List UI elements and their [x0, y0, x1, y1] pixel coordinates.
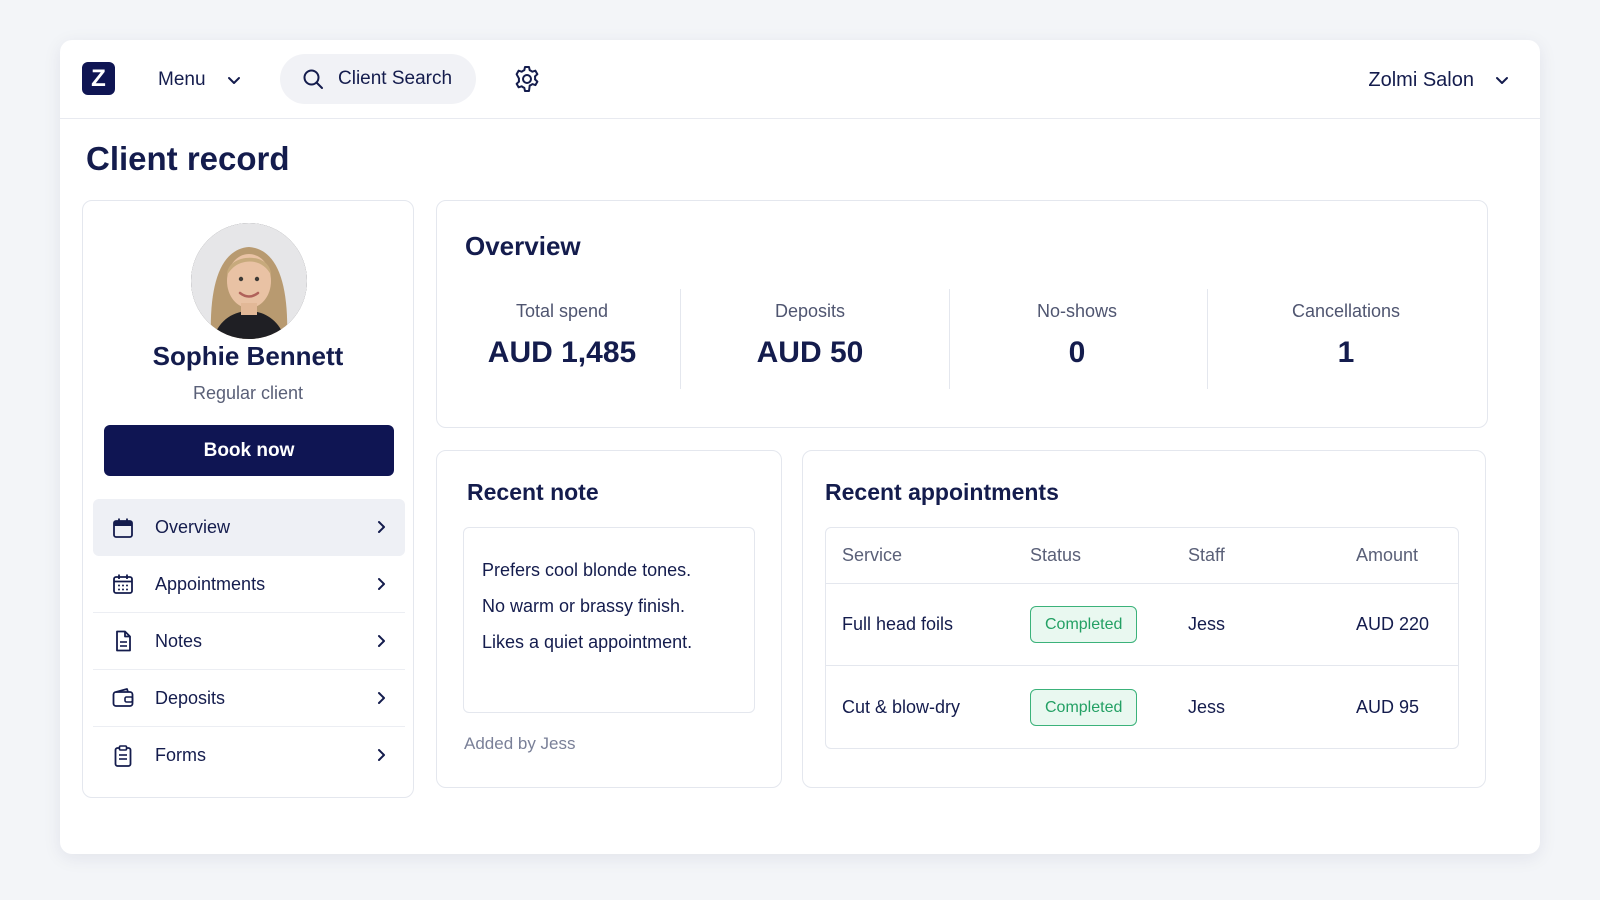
stat-cancellations: Cancellations 1 — [1241, 289, 1451, 389]
wallet-icon — [112, 688, 134, 707]
chevron-down-icon — [1496, 77, 1508, 84]
status-badge: Completed — [1030, 606, 1138, 643]
column-header-service: Service — [842, 545, 903, 565]
chevron-right-icon — [378, 692, 385, 704]
amount-cell: AUD 95 — [1356, 696, 1420, 717]
calendar-icon — [113, 518, 133, 538]
client-search-button[interactable]: Client Search — [280, 54, 476, 104]
stat-divider — [949, 289, 950, 389]
stat-label: Cancellations — [1291, 301, 1401, 321]
recent-appointments-title: Recent appointments — [825, 479, 1059, 505]
stat-divider — [680, 289, 681, 389]
search-icon — [303, 69, 323, 89]
nav-label: Notes — [155, 630, 203, 651]
table-row[interactable]: Cut & blow-dry Completed Jess AUD 95 — [826, 666, 1458, 748]
stat-value: 1 — [1337, 336, 1355, 369]
nav-item-forms[interactable]: Forms — [93, 727, 405, 784]
client-name: Sophie Bennett — [152, 341, 344, 371]
nav-label: Appointments — [155, 573, 266, 594]
status-cell: Completed — [1030, 584, 1138, 665]
column-header-amount: Amount — [1356, 545, 1419, 565]
stat-label: Total spend — [515, 301, 609, 321]
chevron-right-icon — [378, 635, 385, 647]
status-cell: Completed — [1030, 666, 1138, 748]
stat-value: 0 — [1068, 336, 1086, 369]
status-badge: Completed — [1030, 688, 1138, 726]
client-nav: Overview Appointments Notes Deposits For… — [93, 499, 405, 784]
appointments-table: Service Status Staff Amount Full head fo… — [825, 527, 1459, 749]
nav-item-deposits[interactable]: Deposits — [93, 670, 405, 727]
chevron-right-icon — [378, 521, 385, 533]
nav-item-appointments[interactable]: Appointments — [93, 556, 405, 613]
avatar — [191, 223, 307, 339]
table-row[interactable]: Full head foils Completed Jess AUD 220 — [826, 584, 1458, 666]
menu-dropdown[interactable]: Menu — [158, 64, 242, 96]
book-now-button[interactable]: Book now — [104, 425, 394, 476]
service-cell: Cut & blow-dry — [842, 696, 961, 717]
page-title: Client record — [86, 140, 290, 177]
nav-label: Deposits — [155, 687, 226, 708]
nav-item-notes[interactable]: Notes — [93, 613, 405, 670]
client-type: Regular client — [192, 383, 304, 403]
stat-total-spend: Total spend AUD 1,485 — [457, 289, 667, 389]
calendar-grid-icon — [113, 574, 133, 594]
recent-note-card: Recent note Prefers cool blonde tones. N… — [436, 450, 782, 788]
salon-selector[interactable]: Zolmi Salon — [1368, 64, 1510, 96]
nav-item-overview[interactable]: Overview — [93, 499, 405, 556]
note-line: Prefers cool blonde tones. — [482, 560, 692, 580]
chevron-down-icon — [227, 77, 240, 84]
app-logo[interactable]: Z — [82, 62, 115, 95]
gear-icon[interactable] — [512, 64, 542, 94]
nav-label: Forms — [155, 745, 206, 765]
top-bar: Z Menu Client Search Zolmi Salon — [60, 40, 1540, 119]
staff-cell: Jess — [1188, 614, 1226, 634]
stat-divider — [1207, 289, 1208, 389]
chevron-right-icon — [378, 578, 385, 590]
chevron-right-icon — [378, 749, 385, 761]
note-author: Added by Jess — [464, 734, 576, 753]
overview-title: Overview — [465, 231, 581, 261]
stat-label: Deposits — [774, 301, 846, 321]
menu-label: Menu — [158, 69, 206, 90]
note-content: Prefers cool blonde tones. No warm or br… — [463, 527, 755, 713]
document-icon — [116, 630, 131, 652]
amount-cell: AUD 220 — [1356, 614, 1430, 634]
salon-name: Zolmi Salon — [1368, 68, 1474, 91]
note-line: Likes a quiet appointment. — [482, 632, 693, 652]
nav-label: Overview — [155, 517, 231, 537]
column-header-staff: Staff — [1188, 545, 1225, 565]
note-line: No warm or brassy finish. — [482, 596, 686, 616]
stat-deposits: Deposits AUD 50 — [705, 289, 915, 389]
clipboard-icon — [114, 744, 132, 767]
stat-value: AUD 1,485 — [487, 336, 637, 369]
recent-appointments-card: Recent appointments Service Status Staff… — [802, 450, 1486, 788]
client-profile-card: Sophie Bennett Regular client Book now O… — [82, 200, 414, 798]
service-cell: Full head foils — [842, 614, 954, 634]
stat-label: No-shows — [1036, 301, 1118, 321]
stat-value: AUD 50 — [756, 336, 864, 369]
search-label: Client Search — [338, 68, 453, 89]
table-header: Service Status Staff Amount — [826, 528, 1458, 584]
stat-no-shows: No-shows 0 — [972, 289, 1182, 389]
overview-card: Overview Total spend AUD 1,485 Deposits … — [436, 200, 1488, 428]
column-header-status: Status — [1030, 545, 1082, 565]
staff-cell: Jess — [1188, 696, 1226, 717]
app-window: Z Menu Client Search Zolmi Salon Client … — [60, 40, 1540, 854]
recent-note-title: Recent note — [467, 479, 599, 505]
